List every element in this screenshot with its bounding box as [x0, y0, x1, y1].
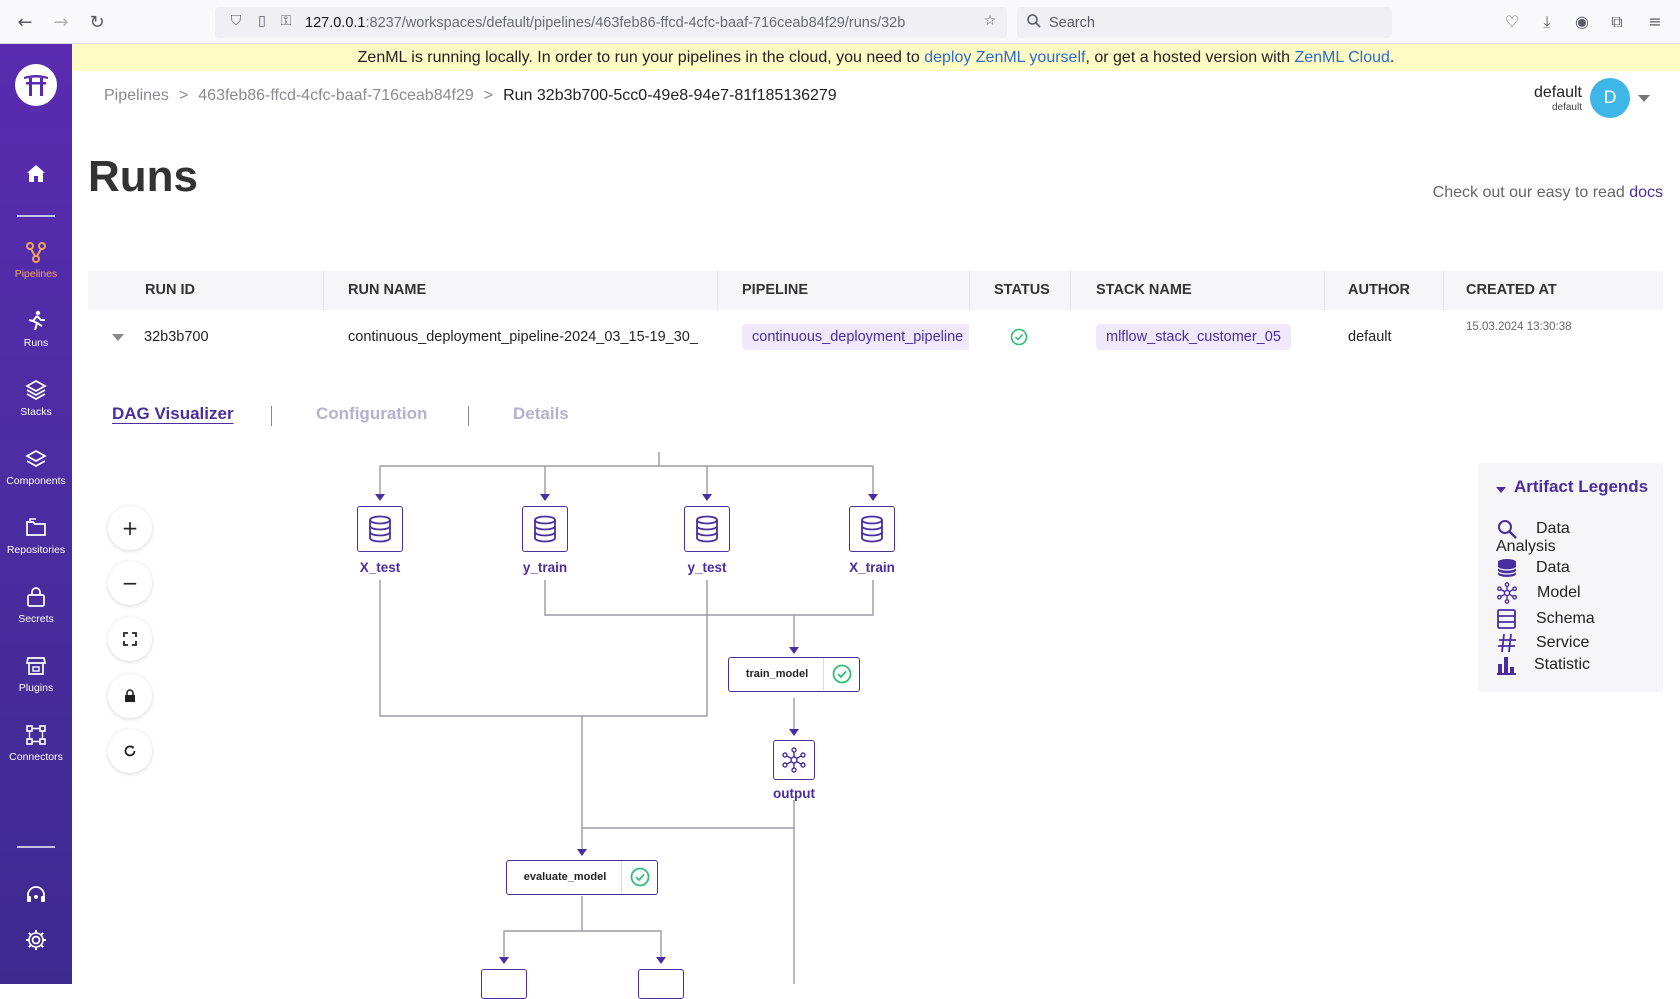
hash-icon [1498, 633, 1516, 653]
artifact-label: output [773, 786, 815, 801]
success-icon [621, 861, 657, 893]
artifact-label: y_train [522, 560, 568, 575]
artifact-label: X_train [849, 560, 895, 575]
legend-label: Statistic [1534, 656, 1591, 673]
step-label: train_model [745, 668, 809, 680]
artifact-node-output[interactable] [773, 740, 815, 780]
database-icon [861, 515, 883, 543]
step-label: evaluate_model [523, 871, 607, 883]
model-icon [1497, 582, 1517, 604]
legend-item: Model [1496, 582, 1656, 604]
schema-icon [1497, 609, 1516, 629]
artifact-node-partial[interactable] [481, 969, 527, 999]
step-node-train-model[interactable]: train_model [728, 657, 860, 692]
step-node-evaluate-model[interactable]: evaluate_model [506, 860, 658, 895]
legend-label: Model [1537, 584, 1581, 601]
artifact-node-x-train[interactable] [849, 506, 895, 552]
legend-label: Schema [1536, 610, 1595, 627]
artifact-node-x-test[interactable] [357, 506, 403, 552]
database-icon [1497, 559, 1517, 577]
artifact-label: y_test [687, 560, 727, 575]
artifact-label: X_test [359, 560, 401, 575]
artifact-node-partial[interactable] [638, 969, 684, 999]
database-icon [696, 515, 718, 543]
legend-label: Service [1536, 634, 1590, 651]
success-icon [823, 658, 859, 690]
bar-chart-icon [1497, 657, 1516, 675]
artifact-node-y-test[interactable] [684, 506, 730, 552]
database-icon [369, 515, 391, 543]
legend-title[interactable]: Artifact Legends [1514, 477, 1648, 497]
model-icon [782, 747, 806, 773]
legend-item: Data Analysis [1496, 518, 1656, 558]
artifact-legend: Artifact Legends Data Analysis Data Mode… [1478, 463, 1663, 692]
legend-item: Data [1496, 557, 1656, 579]
chevron-down-icon[interactable] [1496, 487, 1506, 493]
legend-item: Service [1496, 632, 1656, 654]
dag-edges [375, 452, 878, 984]
legend-item: Statistic [1496, 654, 1656, 676]
legend-item: Schema [1496, 608, 1656, 630]
legend-label: Data [1536, 559, 1570, 576]
database-icon [534, 515, 556, 543]
legend-label: Data Analysis [1496, 520, 1570, 555]
artifact-node-y-train[interactable] [522, 506, 568, 552]
